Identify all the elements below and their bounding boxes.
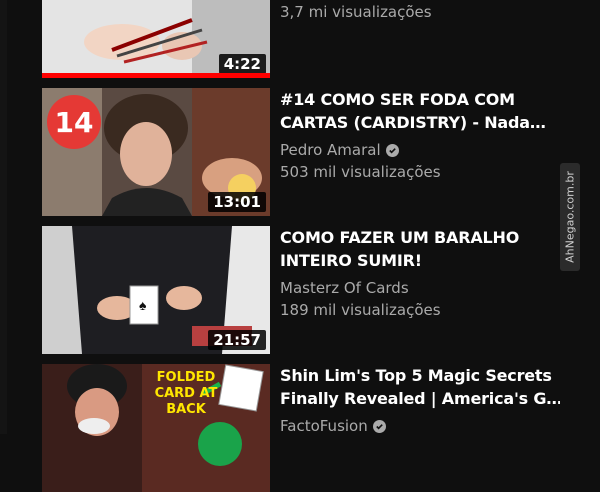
- view-count: 503 mil visualizações: [280, 163, 441, 181]
- video-thumbnail[interactable]: FOLDED CARD AT BACK: [42, 364, 270, 492]
- video-meta: Shin Lim's Top 5 Magic Secrets Finally R…: [280, 364, 560, 436]
- video-title[interactable]: #14 COMO SER FODA COM CARTAS (CARDISTRY)…: [280, 88, 560, 134]
- verified-icon: [385, 143, 399, 157]
- svg-text:♠: ♠: [139, 297, 147, 313]
- video-title-line-1: #14 COMO SER FODA COM: [280, 90, 515, 109]
- channel-name[interactable]: Pedro Amaral: [280, 140, 560, 160]
- thumbnail-caption-line-1: FOLDED: [156, 370, 216, 385]
- video-meta: #14 COMO SER FODA COM CARTAS (CARDISTRY)…: [280, 88, 560, 184]
- episode-badge-number: 14: [54, 105, 94, 139]
- watch-progress-fill: [42, 73, 270, 78]
- video-thumbnail[interactable]: 4:22: [42, 0, 270, 78]
- left-divider: [0, 0, 7, 434]
- site-watermark: AhNegao.com.br: [560, 163, 580, 271]
- video-duration: 13:01: [208, 192, 266, 212]
- thumbnail-caption: FOLDED CARD AT BACK: [146, 370, 226, 418]
- episode-badge: 14: [47, 95, 101, 149]
- video-thumbnail[interactable]: 14 13:01: [42, 88, 270, 216]
- watermark-text: AhNegao.com.br: [563, 171, 577, 263]
- video-title-line-2: Finally Revealed | America's G…: [280, 389, 560, 408]
- view-count: 189 mil visualizações: [280, 301, 441, 319]
- thumbnail-caption-line-3: BACK: [166, 402, 206, 417]
- channel-name[interactable]: Masterz Of Cards: [280, 278, 560, 298]
- video-duration: 4:22: [218, 54, 266, 74]
- view-count: 3,7 mi visualizações: [280, 3, 432, 21]
- video-title-line-1: Shin Lim's Top 5 Magic Secrets: [280, 366, 552, 385]
- video-title[interactable]: Shin Lim's Top 5 Magic Secrets Finally R…: [280, 364, 560, 410]
- channel-name-label: FactoFusion: [280, 417, 368, 435]
- video-title-line-2: CARTAS (CARDISTRY) - Nada…: [280, 113, 546, 132]
- video-title-line-2: INTEIRO SUMIR!: [280, 251, 422, 270]
- video-duration: 21:57: [208, 330, 266, 350]
- channel-name-label: Pedro Amaral: [280, 141, 381, 159]
- video-title-line-1: COMO FAZER UM BARALHO: [280, 228, 520, 247]
- video-title[interactable]: COMO FAZER UM BARALHO INTEIRO SUMIR!: [280, 226, 560, 272]
- watch-progress-bar: [42, 73, 270, 78]
- channel-name-label: Masterz Of Cards: [280, 279, 409, 297]
- video-meta: COMO FAZER UM BARALHO INTEIRO SUMIR! Mas…: [280, 226, 560, 322]
- verified-icon: [372, 419, 386, 433]
- video-thumbnail[interactable]: ♠ 21:57: [42, 226, 270, 354]
- thumbnail-caption-line-2: CARD AT: [154, 386, 218, 401]
- channel-name[interactable]: FactoFusion: [280, 416, 560, 436]
- video-meta: 3,7 mi visualizações: [280, 0, 560, 24]
